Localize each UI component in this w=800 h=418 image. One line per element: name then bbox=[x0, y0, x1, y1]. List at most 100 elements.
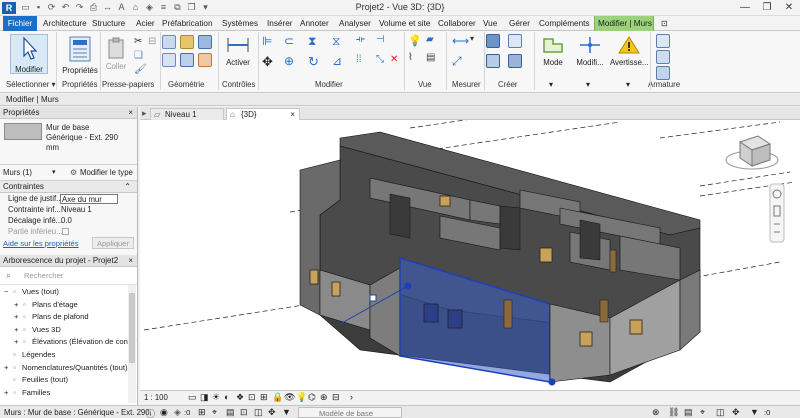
copy-element-icon[interactable]: ⊕ bbox=[284, 54, 294, 68]
mirror-axis-icon[interactable]: ⧗ bbox=[308, 34, 316, 49]
split-gap-icon[interactable]: ⊣ bbox=[376, 34, 385, 45]
tree-toggle-icon[interactable]: − bbox=[4, 286, 13, 299]
tree-toggle-icon[interactable]: + bbox=[14, 336, 23, 349]
mirror-draw-icon[interactable]: ⧖ bbox=[332, 34, 340, 49]
create-assembly-icon[interactable] bbox=[486, 34, 500, 48]
lock-view-icon[interactable]: 🔒 bbox=[272, 392, 283, 403]
collapse-icon[interactable]: ⌃ bbox=[124, 181, 131, 193]
trim-icon[interactable]: ⊿ bbox=[332, 54, 342, 68]
save-icon[interactable]: ▪ bbox=[33, 2, 44, 13]
tab-inserer[interactable]: Insérer bbox=[264, 16, 295, 31]
tab-vue[interactable]: Vue bbox=[480, 16, 500, 31]
modify-wall-button[interactable]: Modifi... bbox=[572, 34, 608, 78]
sync-icon[interactable]: ⟳ bbox=[46, 2, 57, 13]
restore-icon[interactable]: ❐ bbox=[756, 0, 778, 16]
redo-icon[interactable]: ↷ bbox=[74, 2, 85, 13]
filter-icon[interactable]: ▼ bbox=[282, 407, 291, 417]
tab-complements[interactable]: Compléments bbox=[536, 16, 593, 31]
tab-analyser[interactable]: Analyser bbox=[336, 16, 374, 31]
browser-tree-item[interactable]: + ▫ Nomenclatures/Quantités (tout) bbox=[0, 362, 137, 375]
selection-pinned-icon[interactable]: ⌖ bbox=[700, 407, 705, 418]
temporary-hide-icon[interactable]: 👁 bbox=[284, 392, 295, 403]
create-group-icon[interactable] bbox=[486, 54, 500, 68]
minimize-icon[interactable]: — bbox=[734, 0, 756, 16]
cut-geometry-icon[interactable] bbox=[180, 35, 194, 49]
offset-icon[interactable]: ⊂ bbox=[284, 34, 294, 48]
warnings-dropdown-icon[interactable]: ▾ bbox=[626, 80, 630, 89]
browser-tree-item[interactable]: − ▫ Vues (tout) bbox=[0, 286, 137, 299]
building-3d-model[interactable] bbox=[140, 111, 800, 390]
copy-icon[interactable]: ❏ bbox=[134, 50, 143, 61]
text-icon[interactable]: A bbox=[116, 2, 127, 13]
select-pinned-icon[interactable]: ⊡ bbox=[240, 407, 248, 418]
close-icon[interactable]: × bbox=[128, 255, 133, 267]
mode-dropdown-icon[interactable]: ▾ bbox=[549, 80, 553, 89]
measure-dropdown-icon[interactable]: ▾ bbox=[470, 34, 474, 43]
scroll-right-icon[interactable]: › bbox=[350, 392, 353, 402]
tab-prefabrication[interactable]: Préfabrication bbox=[159, 16, 216, 31]
base-attached-checkbox[interactable] bbox=[62, 228, 69, 235]
close-icon[interactable]: ✕ bbox=[778, 0, 800, 16]
rebar-icon[interactable] bbox=[656, 34, 670, 48]
properties-help-link[interactable]: Aide sur les propriétés bbox=[3, 239, 79, 248]
active-workset-dropdown[interactable]: Modèle de base bbox=[298, 407, 402, 418]
hide-in-view-icon[interactable]: 💡 bbox=[408, 34, 422, 47]
base-constraint-value[interactable]: Niveau 1 bbox=[61, 204, 92, 215]
path-rebar-icon[interactable] bbox=[656, 66, 670, 80]
wall-joins-icon[interactable] bbox=[162, 53, 176, 67]
browser-tree-item[interactable]: + ▫ Vues 3D bbox=[0, 324, 137, 337]
tab-modifier-murs[interactable]: Modifier | Murs bbox=[594, 16, 654, 31]
create-parts-icon[interactable] bbox=[508, 34, 522, 48]
editable-icon[interactable]: ⊗ bbox=[652, 407, 660, 418]
close-hidden-icon[interactable]: ⧉ bbox=[172, 2, 183, 13]
cut-icon[interactable]: ✂ bbox=[134, 36, 142, 47]
split-icon[interactable]: ⟛ bbox=[356, 34, 365, 45]
measure-icon[interactable]: ↔ bbox=[102, 2, 113, 13]
split-face-icon[interactable] bbox=[180, 53, 194, 67]
selector-dropdown-icon[interactable]: ▾ bbox=[52, 168, 56, 176]
measure-between-icon[interactable]: ⟷ bbox=[452, 34, 469, 48]
browser-tree-item[interactable]: + ▫ Plans de plafond bbox=[0, 311, 137, 324]
tab-gerer[interactable]: Gérer bbox=[506, 16, 533, 31]
tree-toggle-icon[interactable]: + bbox=[14, 311, 23, 324]
modify-button[interactable]: Modifier bbox=[10, 34, 48, 74]
undo-icon[interactable]: ↶ bbox=[60, 2, 71, 13]
view-filter-icon[interactable]: ▤ bbox=[426, 52, 435, 63]
properties-button[interactable]: Propriétés bbox=[62, 34, 98, 78]
delete-icon[interactable]: ✕ bbox=[390, 54, 398, 65]
edit-type-icon[interactable]: ⚙ bbox=[70, 168, 77, 177]
selection-face-icon[interactable]: ◫ bbox=[716, 407, 725, 418]
constraints-icon[interactable]: ⊟ bbox=[332, 392, 340, 403]
sun-path-icon[interactable]: ☀ bbox=[212, 392, 220, 403]
3d-viewport[interactable] bbox=[140, 111, 800, 390]
select-underlay-icon[interactable]: ▤ bbox=[226, 407, 235, 418]
scale-icon[interactable]: ⤡ bbox=[376, 54, 384, 65]
render-icon[interactable]: ❖ bbox=[236, 392, 244, 403]
join-geometry-icon[interactable] bbox=[198, 35, 212, 49]
search-input[interactable]: Rechercher bbox=[24, 271, 130, 282]
create-similar-icon[interactable] bbox=[508, 54, 522, 68]
links-icon[interactable]: ⊞ bbox=[198, 407, 206, 418]
design-options-icon[interactable]: ◈ bbox=[174, 407, 181, 418]
paint-icon[interactable] bbox=[198, 53, 212, 67]
selection-links-icon[interactable]: ⛓ bbox=[668, 407, 679, 418]
3d-view-icon[interactable]: ⌂ bbox=[130, 2, 141, 13]
tab-structure[interactable]: Structure bbox=[89, 16, 128, 31]
revit-logo[interactable]: R bbox=[2, 2, 16, 14]
tab-annoter[interactable]: Annoter bbox=[297, 16, 332, 31]
thin-lines-icon[interactable]: ≡ bbox=[158, 2, 169, 13]
browser-tree-item[interactable]: ▫ Feuilles (tout) bbox=[0, 374, 137, 387]
show-crop-icon[interactable]: ⊞ bbox=[260, 392, 268, 403]
tree-toggle-icon[interactable]: + bbox=[4, 362, 13, 375]
section-icon[interactable]: ◈ bbox=[144, 2, 155, 13]
tab-volume-et-site[interactable]: Volume et site bbox=[376, 16, 433, 31]
paste-button[interactable]: Coller bbox=[104, 36, 128, 74]
scrollbar-thumb[interactable] bbox=[129, 293, 135, 363]
mode-button[interactable]: Mode bbox=[538, 34, 568, 78]
drag-on-selection-icon[interactable]: ✥ bbox=[732, 407, 740, 418]
linework-icon[interactable]: ⌇ bbox=[408, 52, 413, 63]
analytical-icon[interactable]: ⌬ bbox=[308, 392, 316, 403]
apply-button[interactable]: Appliquer bbox=[92, 237, 134, 249]
cope-icon[interactable] bbox=[162, 35, 176, 49]
tab-collaborer[interactable]: Collaborer bbox=[435, 16, 479, 31]
